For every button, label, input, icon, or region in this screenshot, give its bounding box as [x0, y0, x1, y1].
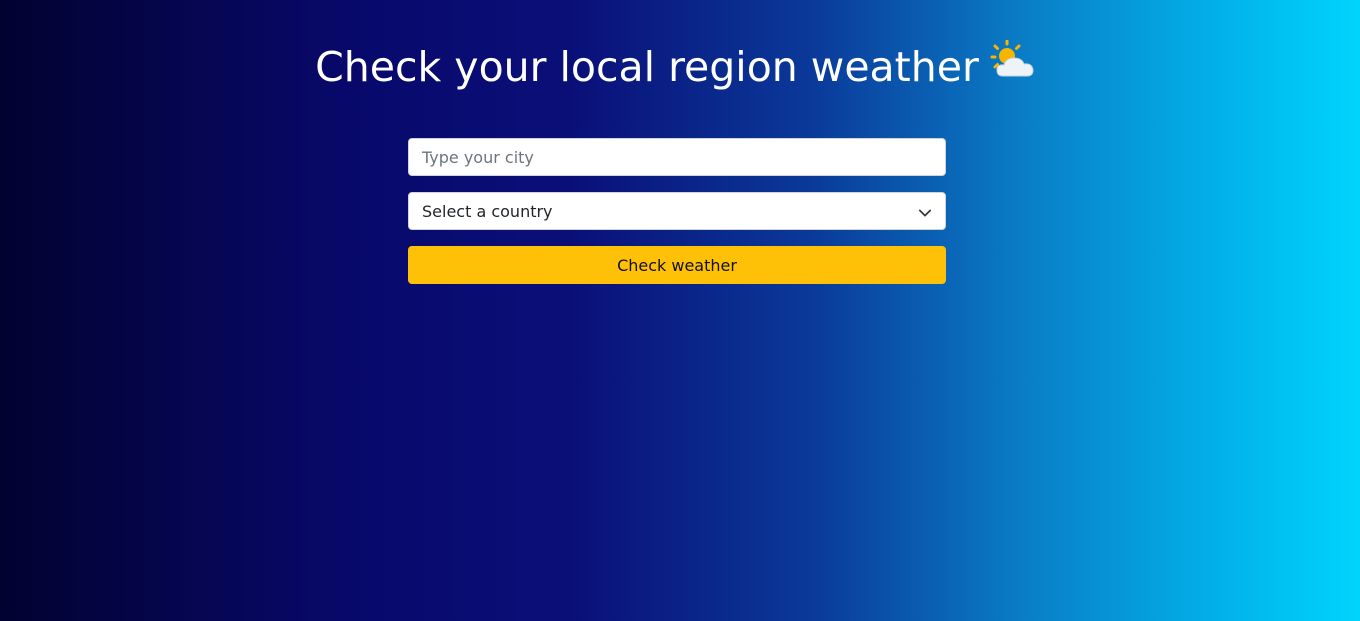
page-title: Check your local region weather [0, 39, 1352, 97]
city-input[interactable]: Type your city [408, 138, 946, 176]
sun-behind-cloud-icon [989, 39, 1037, 93]
page-title-text: Check your local region weather [315, 43, 979, 91]
city-input-placeholder: Type your city [422, 147, 534, 167]
country-select[interactable]: Select a country [408, 192, 946, 230]
check-weather-button[interactable]: Check weather [408, 246, 946, 284]
page: Check your local region weather Type you… [0, 0, 1360, 621]
weather-form: Type your city Select a country Check we… [408, 138, 946, 284]
country-select-value: Select a country [422, 201, 553, 221]
chevron-down-icon [918, 205, 932, 219]
